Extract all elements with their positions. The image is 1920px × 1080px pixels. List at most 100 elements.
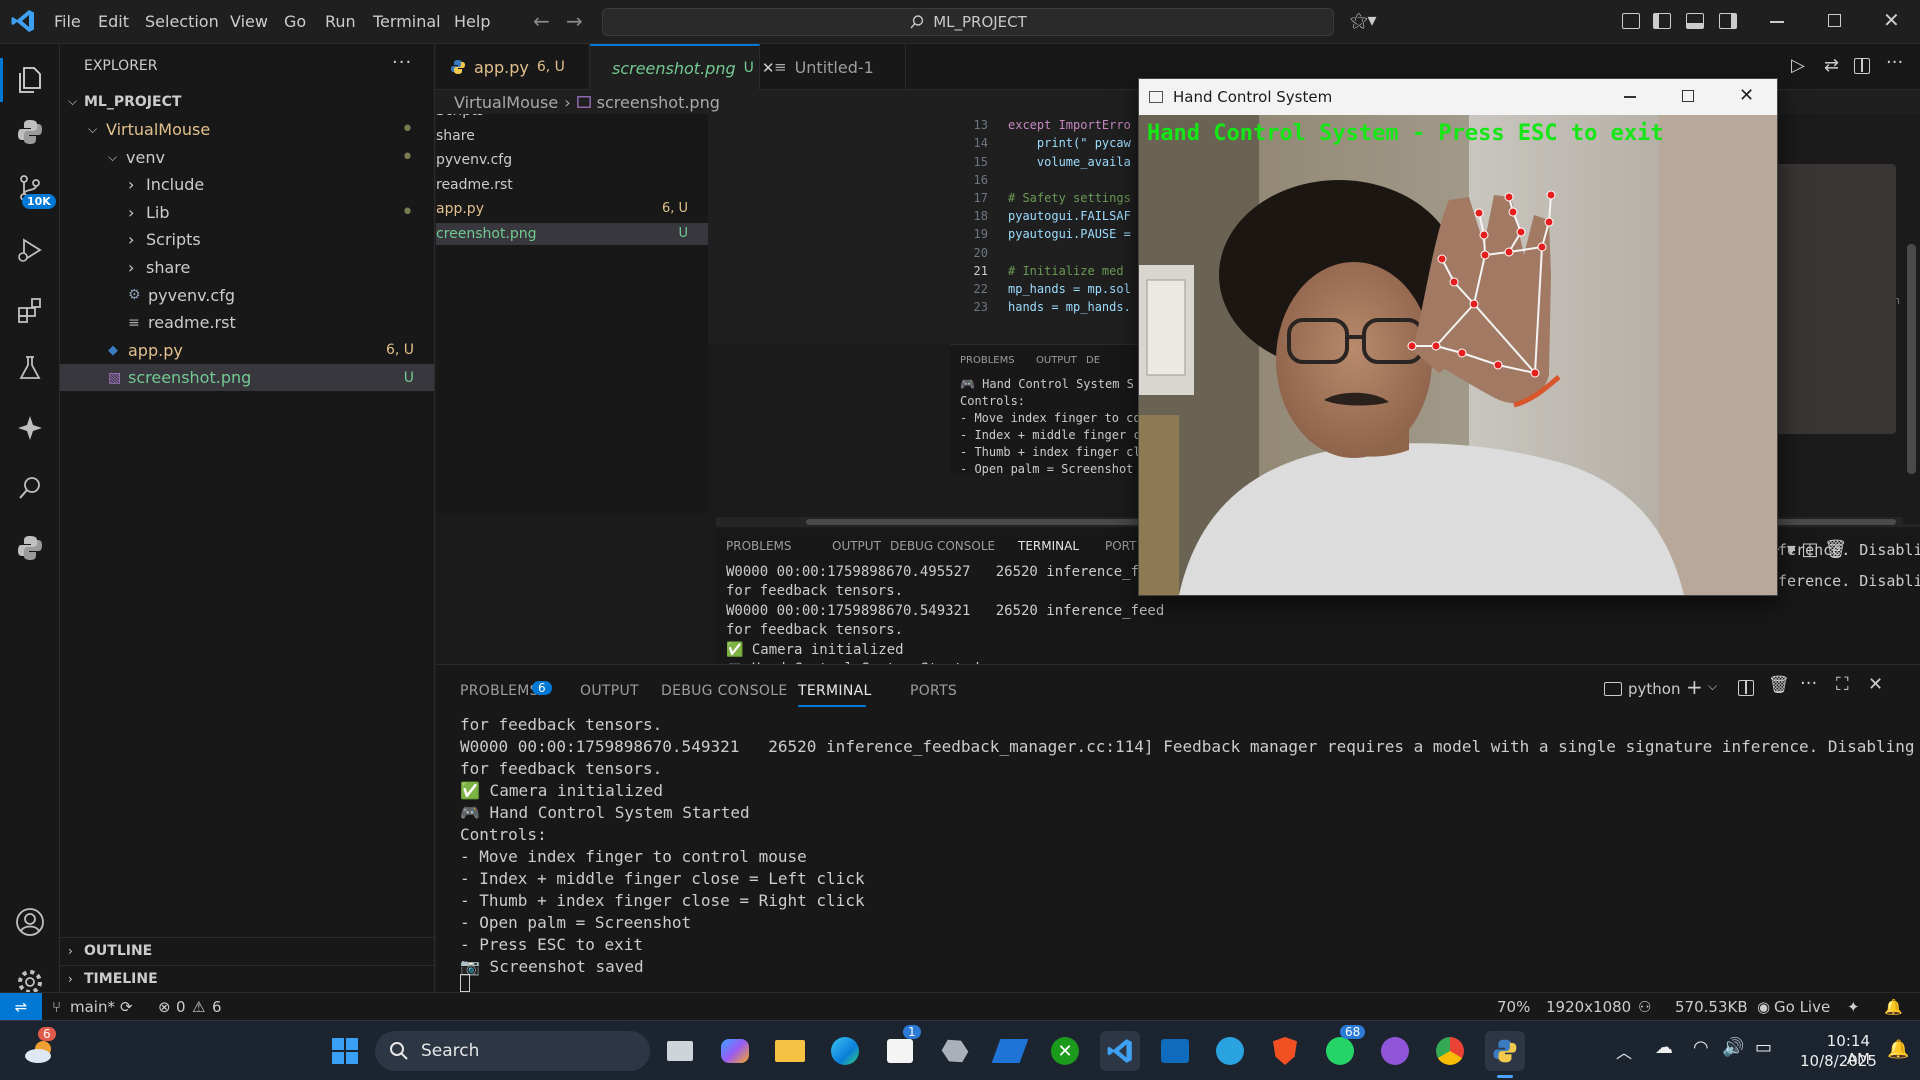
panel-tab-problems[interactable]: PROBLEMS — [460, 683, 539, 699]
clock-date[interactable]: 10/8/2025 — [1800, 1052, 1877, 1070]
outline-section[interactable]: › OUTLINE — [60, 938, 434, 964]
python-taskbar-icon[interactable] — [1485, 1031, 1525, 1071]
telegram-icon[interactable] — [1210, 1031, 1250, 1071]
toggle-secondary-sidebar-icon[interactable] — [1719, 13, 1737, 29]
accounts-icon[interactable] — [12, 904, 48, 940]
compare-changes-icon[interactable]: ⇄ — [1824, 55, 1839, 76]
zoom-level[interactable]: 70% — [1497, 998, 1530, 1016]
panel-tab-debug-console[interactable]: DEBUG CONSOLE — [661, 683, 788, 699]
wifi-icon[interactable]: ◠ — [1693, 1037, 1709, 1058]
show-hidden-icons-icon[interactable]: ︿ — [1616, 1039, 1632, 1063]
close-window-icon[interactable]: ✕ — [1883, 8, 1900, 32]
edge-browser-icon[interactable] — [825, 1031, 865, 1071]
explorer-item[interactable]: › share — [60, 254, 434, 281]
volume-icon[interactable]: 🔊 — [1722, 1037, 1744, 1058]
minimize-icon[interactable] — [1770, 21, 1784, 23]
terminal-more-icon[interactable]: ··· — [1800, 673, 1817, 694]
hand-control-window[interactable]: Hand Control System ✕ Hand Control Syste… — [1138, 78, 1778, 596]
menu-view[interactable]: View — [230, 12, 268, 31]
back-arrow-icon[interactable]: ← — [533, 9, 550, 33]
chrome-icon[interactable] — [1430, 1031, 1470, 1071]
copilot-chat-icon[interactable] — [12, 410, 48, 446]
menu-help[interactable]: Help — [454, 12, 490, 31]
notification-center-icon[interactable]: 🔔 — [1887, 1039, 1909, 1060]
tab-untitled-1[interactable]: ≡ Untitled-1 — [760, 44, 906, 90]
explorer-item[interactable]: ⚙ pyvenv.cfg — [60, 282, 434, 309]
warnings-count[interactable]: 6 — [212, 998, 222, 1016]
outlook-icon[interactable] — [1155, 1031, 1195, 1071]
panel-tab-terminal[interactable]: TERMINAL — [798, 683, 872, 699]
hcs-minimize-icon[interactable] — [1624, 96, 1636, 98]
taskbar-search[interactable]: Search — [375, 1031, 650, 1071]
new-terminal-icon[interactable]: + — [1686, 675, 1703, 699]
close-panel-icon[interactable]: ✕ — [1868, 674, 1883, 695]
sync-icon[interactable]: ⟳ — [120, 998, 133, 1016]
breadcrumb-folder[interactable]: VirtualMouse — [454, 93, 558, 112]
hcs-close-icon[interactable]: ✕ — [1739, 85, 1754, 106]
run-debug-icon[interactable] — [12, 232, 48, 268]
copilot-icon[interactable]: ⚝▾ — [1350, 10, 1377, 31]
terminal-shell-selector[interactable]: python — [1604, 677, 1680, 701]
git-branch-label[interactable]: main* — [70, 998, 115, 1016]
copilot-status-icon[interactable]: ⚇ — [1638, 998, 1651, 1016]
git-branch-icon[interactable]: ⑂ — [52, 998, 61, 1016]
menu-terminal[interactable]: Terminal — [373, 12, 441, 31]
copilot-sparkle-icon[interactable]: ✦ — [1847, 998, 1860, 1016]
github-icon[interactable] — [1375, 1031, 1415, 1071]
file-explorer-icon[interactable] — [770, 1031, 810, 1071]
copilot-app-icon[interactable] — [715, 1031, 755, 1071]
explorer-item[interactable]: ⌵ venv • — [60, 144, 434, 171]
explorer-item[interactable]: › Include — [60, 171, 434, 198]
python-icon[interactable] — [12, 114, 48, 150]
tab-screenshot-png[interactable]: screenshot.png U ✕ — [590, 44, 774, 90]
command-center[interactable]: ML_PROJECT — [602, 8, 1334, 36]
task-view-icon[interactable] — [660, 1031, 700, 1071]
image-dimensions[interactable]: 1920x1080 — [1546, 998, 1631, 1016]
onedrive-icon[interactable]: ☁ — [1655, 1037, 1673, 1058]
brave-browser-icon[interactable] — [1265, 1031, 1305, 1071]
customize-layout-icon[interactable] — [1622, 13, 1640, 29]
explorer-item[interactable]: › Scripts — [60, 226, 434, 253]
menu-go[interactable]: Go — [284, 12, 306, 31]
azure-icon[interactable] — [990, 1031, 1030, 1071]
file-size[interactable]: 570.53KB — [1675, 998, 1748, 1016]
remote-indicator-icon[interactable]: ⇌ — [0, 993, 42, 1021]
go-live-icon[interactable]: ◉ — [1757, 998, 1770, 1016]
testing-icon[interactable] — [12, 350, 48, 386]
warnings-icon[interactable]: ⚠ — [192, 998, 205, 1016]
breadcrumb-file[interactable]: screenshot.png — [597, 93, 720, 112]
explorer-item[interactable]: ≡ readme.rst — [60, 309, 434, 336]
unity-icon[interactable] — [935, 1031, 975, 1071]
run-file-icon[interactable]: ▷ — [1791, 55, 1805, 76]
explorer-item[interactable]: ⌵ VirtualMouse • — [60, 116, 434, 143]
vscode-taskbar-icon[interactable] — [1100, 1031, 1140, 1071]
hcs-maximize-icon[interactable] — [1682, 90, 1694, 102]
split-terminal-icon[interactable] — [1738, 680, 1754, 696]
notifications-icon[interactable]: 🔔 — [1884, 998, 1903, 1016]
start-button-icon[interactable] — [325, 1031, 365, 1071]
errors-icon[interactable]: ⊗ — [158, 998, 171, 1016]
menu-edit[interactable]: Edit — [98, 12, 129, 31]
menu-file[interactable]: File — [54, 12, 81, 31]
hand-control-titlebar[interactable]: Hand Control System ✕ — [1139, 79, 1777, 115]
panel-tab-output[interactable]: OUTPUT — [580, 683, 639, 699]
explorer-item[interactable]: ◆ app.py 6, U — [60, 337, 434, 364]
panel-tab-ports[interactable]: PORTS — [910, 683, 957, 699]
menu-run[interactable]: Run — [325, 12, 356, 31]
extensions-icon[interactable] — [12, 292, 48, 328]
terminal-cursor[interactable] — [460, 974, 470, 992]
python-env-icon[interactable] — [12, 530, 48, 566]
explorer-item[interactable]: › Lib • — [60, 199, 434, 226]
battery-icon[interactable]: ▭ — [1755, 1037, 1772, 1058]
maximize-panel-icon[interactable]: ⛶ — [1836, 674, 1849, 695]
menu-selection[interactable]: Selection — [145, 12, 219, 31]
errors-count[interactable]: 0 — [176, 998, 186, 1016]
explorer-item[interactable]: ▧ screenshot.png U — [60, 364, 434, 392]
tab-app-py[interactable]: app.py 6, U — [436, 44, 590, 90]
go-live-label[interactable]: Go Live — [1774, 998, 1830, 1016]
toggle-panel-icon[interactable] — [1686, 13, 1704, 29]
xbox-icon[interactable]: ✕ — [1045, 1031, 1085, 1071]
editor-more-icon[interactable]: ··· — [1886, 52, 1903, 73]
split-editor-icon[interactable] — [1854, 58, 1870, 74]
terminal-dropdown-icon[interactable]: ⌵ — [1708, 679, 1717, 694]
